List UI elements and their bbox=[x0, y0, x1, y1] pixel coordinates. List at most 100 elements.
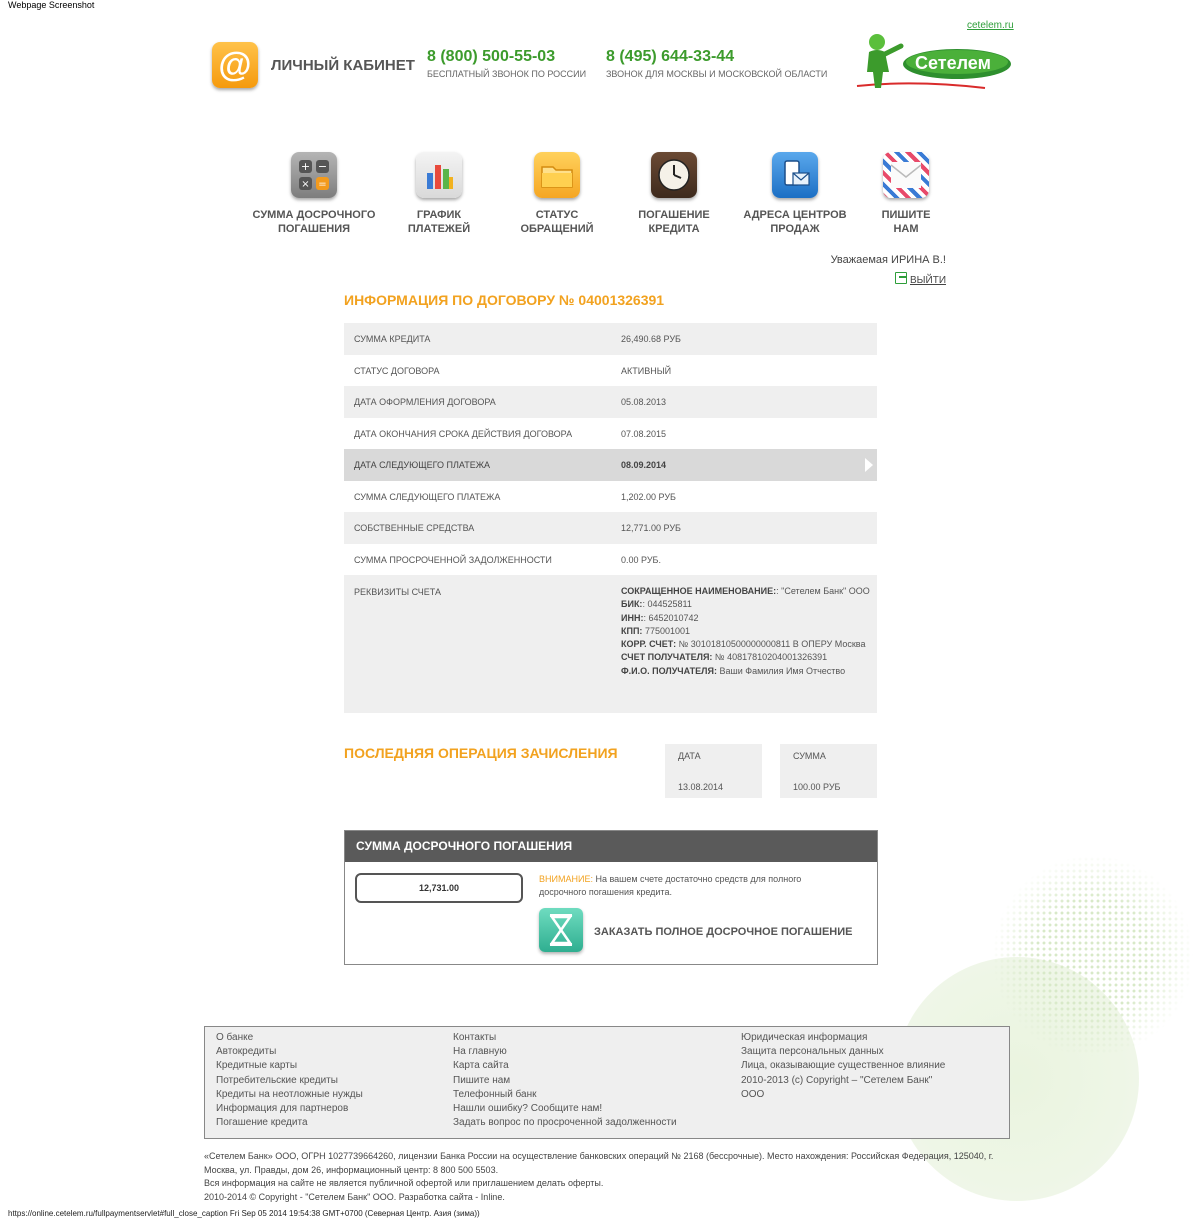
calculator-icon: + − × = bbox=[291, 152, 337, 198]
row-label: СТАТУС ДОГОВОРА bbox=[354, 365, 440, 376]
early-repayment-title: СУММА ДОСРОЧНОГО ПОГАШЕНИЯ bbox=[345, 831, 877, 862]
date-value: 13.08.2014 bbox=[678, 782, 724, 792]
early-repayment-amount: 12,731.00 bbox=[355, 873, 523, 903]
footer-link[interactable]: Задать вопрос по просроченной задолженно… bbox=[453, 1116, 677, 1130]
table-row: СУММА СЛЕДУЮЩЕГО ПЛАТЕЖА 1,202.00 РУБ bbox=[344, 481, 877, 513]
footer-copyright: ООО bbox=[741, 1088, 765, 1100]
last-operation-title: ПОСЛЕДНЯЯ ОПЕРАЦИЯ ЗАЧИСЛЕНИЯ bbox=[344, 745, 618, 761]
nav-payment-schedule[interactable]: ГРАФИК ПЛАТЕЖЕЙ bbox=[374, 152, 504, 236]
at-sign-icon[interactable]: @ bbox=[212, 42, 258, 88]
phone-free-note: БЕСПЛАТНЫЙ ЗВОНОК ПО РОССИИ bbox=[427, 69, 587, 79]
contract-info-table: СУММА КРЕДИТА 26,490.68 РУБ СТАТУС ДОГОВ… bbox=[344, 323, 877, 713]
footer-link[interactable]: О банке bbox=[216, 1031, 363, 1045]
footer-link[interactable]: Потребительские кредиты bbox=[216, 1074, 363, 1088]
legal-line: «Сетелем Банк» ООО, ОГРН 1027739664260, … bbox=[204, 1151, 994, 1175]
row-label: СУММА КРЕДИТА bbox=[354, 334, 431, 344]
nav-early-repayment[interactable]: + − × = СУММА ДОСРОЧНОГО ПОГАШЕНИЯ bbox=[249, 152, 379, 236]
phone-map-icon bbox=[772, 152, 818, 198]
footer-link[interactable]: Юридическая информация bbox=[741, 1031, 945, 1045]
table-row: СТАТУС ДОГОВОРА АКТИВНЫЙ bbox=[344, 355, 877, 387]
cabinet-title: ЛИЧНЫЙ КАБИНЕТ bbox=[271, 57, 415, 74]
footer-link[interactable]: Контакты bbox=[453, 1031, 677, 1045]
row-value: 08.09.2014 bbox=[621, 460, 667, 470]
nav-request-status[interactable]: СТАТУС ОБРАЩЕНИЙ bbox=[492, 152, 622, 236]
chart-icon bbox=[416, 152, 462, 198]
sum-value: 100.00 РУБ bbox=[793, 782, 841, 792]
footer-link[interactable]: Кредитные карты bbox=[216, 1059, 363, 1073]
footer-link[interactable]: Погашение кредита bbox=[216, 1116, 363, 1130]
row-label: ДАТА ОКОНЧАНИЯ СРОКА ДЕЙСТВИЯ ДОГОВОРА bbox=[354, 428, 573, 439]
footer-link[interactable]: Кредиты на неотложные нужды bbox=[216, 1088, 363, 1102]
logout-link[interactable]: ВЫЙТИ bbox=[895, 272, 946, 286]
table-row: ДАТА ОФОРМЛЕНИЯ ДОГОВОРА 05.08.2013 bbox=[344, 386, 877, 418]
table-row-requisites: РЕКВИЗИТЫ СЧЕТА СОКРАЩЕННОЕ НАИМЕНОВАНИЕ… bbox=[344, 575, 877, 713]
status-bar: https://online.cetelem.ru/fullpaymentser… bbox=[8, 1209, 480, 1218]
row-label: ДАТА СЛЕДУЮЩЕГО ПЛАТЕЖА bbox=[354, 460, 491, 470]
screenshot-caption: Webpage Screenshot bbox=[8, 0, 95, 10]
contract-title: ИНФОРМАЦИЯ ПО ДОГОВОРУ № 04001326391 bbox=[344, 292, 665, 308]
nav-label: ПОГАШЕНИЕ КРЕДИТА bbox=[638, 209, 710, 235]
svg-text:+: + bbox=[301, 160, 310, 173]
warning-text: ВНИМАНИЕ: На вашем счете достаточно сред… bbox=[539, 874, 802, 897]
nav-label: ПИШИТЕ НАМ bbox=[881, 209, 931, 235]
table-row: СУММА ПРОСРОЧЕННОЙ ЗАДОЛЖЕННОСТИ 0.00 РУ… bbox=[344, 544, 877, 576]
nav-label: СУММА ДОСРОЧНОГО ПОГАШЕНИЯ bbox=[252, 209, 376, 235]
phone-moscow: 8 (495) 644-33-44 bbox=[606, 48, 735, 65]
logo-graphic: Сетелем bbox=[856, 34, 1011, 89]
nav-loan-repayment[interactable]: ПОГАШЕНИЕ КРЕДИТА bbox=[609, 152, 739, 236]
footer-link[interactable]: Телефонный банк bbox=[453, 1088, 677, 1102]
early-repayment-panel: СУММА ДОСРОЧНОГО ПОГАШЕНИЯ 12,731.00 ВНИ… bbox=[344, 830, 878, 965]
row-label: СУММА ПРОСРОЧЕННОЙ ЗАДОЛЖЕННОСТИ bbox=[354, 554, 552, 565]
table-row: СУММА КРЕДИТА 26,490.68 РУБ bbox=[344, 323, 877, 355]
requisites-value: СОКРАЩЕННОЕ НАИМЕНОВАНИЕ:: "Сетелем Банк… bbox=[621, 586, 870, 676]
row-label: РЕКВИЗИТЫ СЧЕТА bbox=[354, 587, 441, 597]
last-operation-date: ДАТА 13.08.2014 bbox=[665, 744, 762, 798]
row-value: 0.00 РУБ. bbox=[621, 554, 661, 565]
row-value: 12,771.00 РУБ bbox=[621, 523, 681, 533]
decorative-dotted-circle bbox=[993, 856, 1193, 1056]
footer-link[interactable]: Информация для партнеров bbox=[216, 1102, 363, 1116]
phone-free: 8 (800) 500-55-03 bbox=[427, 48, 556, 65]
table-row-next-payment[interactable]: ДАТА СЛЕДУЮЩЕГО ПЛАТЕЖА 08.09.2014 bbox=[344, 449, 877, 481]
footer-link[interactable]: Пишите нам bbox=[453, 1074, 677, 1088]
svg-text:=: = bbox=[318, 179, 326, 190]
svg-text:×: × bbox=[301, 179, 309, 190]
logout-icon bbox=[895, 272, 907, 284]
footer-column-1: О банке Автокредиты Кредитные карты Потр… bbox=[216, 1031, 363, 1130]
footer-link[interactable]: Автокредиты bbox=[216, 1045, 363, 1059]
nav-write-us[interactable]: ПИШИТЕ НАМ bbox=[841, 152, 971, 236]
user-greeting: Уважаемая ИРИНА В.! bbox=[830, 254, 946, 266]
footer-column-3: Юридическая информация Защита персональн… bbox=[741, 1031, 945, 1102]
sum-header: СУММА bbox=[793, 751, 826, 761]
hourglass-icon[interactable] bbox=[539, 908, 583, 952]
footer-link[interactable]: Лица, оказывающие существенное влияние bbox=[741, 1059, 945, 1073]
nav-label: СТАТУС ОБРАЩЕНИЙ bbox=[520, 209, 594, 235]
row-label: СУММА СЛЕДУЮЩЕГО ПЛАТЕЖА bbox=[354, 491, 501, 502]
legal-info: «Сетелем Банк» ООО, ОГРН 1027739664260, … bbox=[204, 1150, 1014, 1204]
row-label: СОБСТВЕННЫЕ СРЕДСТВА bbox=[354, 523, 475, 533]
cetelem-logo[interactable]: Сетелем bbox=[855, 32, 1015, 92]
phone-moscow-note: ЗВОНОК ДЛЯ МОСКВЫ И МОСКОВСКОЙ ОБЛАСТИ bbox=[606, 69, 828, 79]
svg-text:−: − bbox=[318, 160, 327, 173]
order-early-repayment-button[interactable]: ЗАКАЗАТЬ ПОЛНОЕ ДОСРОЧНОЕ ПОГАШЕНИЕ bbox=[594, 926, 853, 938]
footer-link[interactable]: Нашли ошибку? Сообщите нам! bbox=[453, 1102, 677, 1116]
arrow-right-icon bbox=[865, 458, 873, 472]
date-header: ДАТА bbox=[678, 751, 701, 761]
row-label: ДАТА ОФОРМЛЕНИЯ ДОГОВОРА bbox=[354, 397, 496, 407]
row-value: 07.08.2015 bbox=[621, 428, 667, 439]
envelope-icon bbox=[883, 152, 929, 198]
footer-link[interactable]: Карта сайта bbox=[453, 1059, 677, 1073]
row-value: 05.08.2013 bbox=[621, 397, 667, 407]
folder-icon bbox=[534, 152, 580, 198]
clock-icon bbox=[651, 152, 697, 198]
footer-link[interactable]: На главную bbox=[453, 1045, 677, 1059]
table-row: СОБСТВЕННЫЕ СРЕДСТВА 12,771.00 РУБ bbox=[344, 512, 877, 544]
table-row: ДАТА ОКОНЧАНИЯ СРОКА ДЕЙСТВИЯ ДОГОВОРА 0… bbox=[344, 418, 877, 450]
footer-link[interactable]: Защита персональных данных bbox=[741, 1045, 945, 1059]
footer-links: О банке Автокредиты Кредитные карты Потр… bbox=[204, 1026, 1010, 1139]
row-value: 1,202.00 РУБ bbox=[621, 491, 676, 502]
footer-copyright: 2010-2013 (с) Copyright – "Сетелем Банк" bbox=[741, 1074, 933, 1086]
footer-column-2: Контакты На главную Карта сайта Пишите н… bbox=[453, 1031, 677, 1130]
legal-line: Вся информация на сайте не является публ… bbox=[204, 1178, 604, 1188]
site-link[interactable]: cetelem.ru bbox=[967, 20, 1014, 31]
